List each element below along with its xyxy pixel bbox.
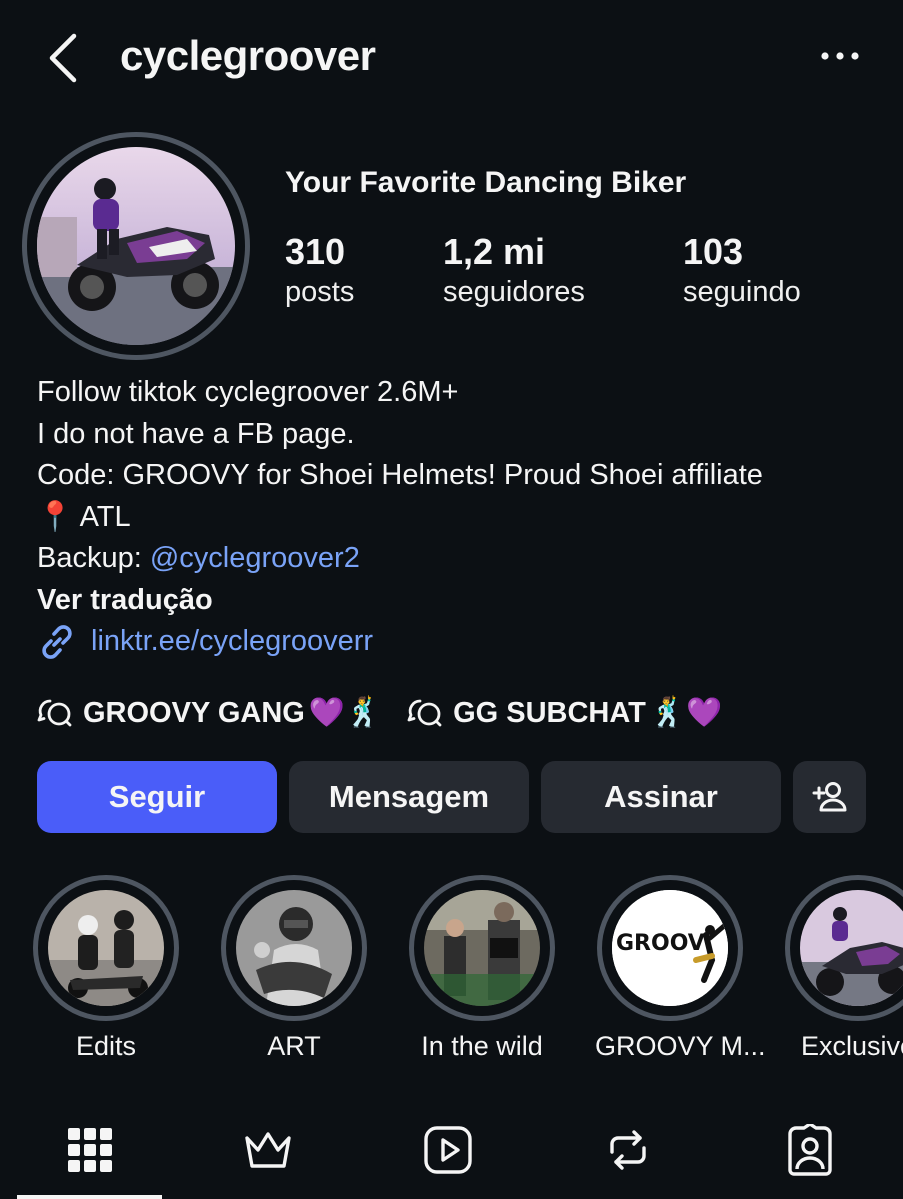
suggested-users-button[interactable] [793,761,866,833]
stat-value: 310 [285,231,346,272]
pin-emoji: 📍 [37,500,74,533]
reels-icon [424,1126,472,1174]
bio-line: Code: GROOVY for Shoei Helmets! Proud Sh… [37,459,763,491]
back-button[interactable] [44,30,84,86]
highlight-exclusive[interactable]: Exclusive [783,875,903,1062]
person-add-icon [812,782,846,812]
active-tab-indicator [17,1195,162,1199]
following-count[interactable]: 103 seguindo [683,232,801,310]
bio-link[interactable]: linktr.ee/cyclegrooverr [37,621,877,663]
profile-username: cyclegroover [120,32,376,79]
highlight-cover [236,890,352,1006]
channel-label: GG SUBCHAT [453,696,646,729]
bio-backup: Backup: @cyclegroover2 [37,538,877,580]
avatar-photo [37,147,235,345]
channel-gg-subchat[interactable]: GG SUBCHAT 🕺💜 [407,696,722,730]
stat-label: posts [285,276,355,308]
profile-avatar[interactable] [22,132,250,360]
highlight-ring: GROOV [597,875,743,1021]
highlight-cover: GROOV [612,890,728,1006]
crown-icon [245,1132,291,1168]
more-options-button[interactable] [818,44,862,68]
stat-value: 103 [683,231,744,272]
grid-icon [68,1128,112,1172]
highlight-label: In the wild [421,1031,543,1061]
highlight-in-the-wild[interactable]: In the wild [407,875,557,1062]
highlight-edits[interactable]: Edits [31,875,181,1062]
more-horizontal-icon [821,52,859,60]
highlight-label: Exclusive [800,1031,903,1061]
broadcast-channels: GROOVY GANG 💜🕺 GG SUBCHAT 🕺💜 [37,690,748,736]
tab-subscriptions[interactable] [242,1124,294,1176]
tab-posts-grid[interactable] [64,1124,116,1176]
channel-groovy-gang[interactable]: GROOVY GANG 💜🕺 [37,696,381,730]
repost-icon [610,1130,646,1170]
profile-full-name: Your Favorite Dancing Biker [285,166,687,199]
profile-bio: Follow tiktok cyclegroover 2.6M+ I do no… [37,372,877,663]
highlight-label: ART [267,1031,321,1061]
highlight-label: GROOVY M... [595,1031,766,1061]
subscribe-button[interactable]: Assinar [541,761,781,833]
chat-bubbles-icon [407,699,442,727]
channel-label: GROOVY GANG [83,696,305,729]
groovy-logo-text: GROOV [616,931,705,956]
stat-label: seguidores [443,276,585,308]
tagged-icon [788,1122,832,1176]
highlight-art[interactable]: ART [219,875,369,1062]
highlight-ring [785,875,903,1021]
tab-reels[interactable] [422,1124,474,1176]
highlight-ring [33,875,179,1021]
see-translation-button[interactable]: Ver tradução [37,580,877,622]
tab-reposts[interactable] [602,1124,654,1176]
highlight-groovy-merch[interactable]: GROOV GROOVY M... [595,875,766,1062]
chat-bubbles-icon [37,699,72,727]
tab-tagged[interactable] [784,1122,836,1176]
bio-line: I do not have a FB page. [37,417,355,450]
followers-count[interactable]: 1,2 mi seguidores [443,232,585,310]
highlight-ring [409,875,555,1021]
bio-location: 📍 ATL [37,497,877,539]
highlight-label: Edits [75,1031,137,1061]
channel-emojis: 💜🕺 [308,697,382,729]
location-text: ATL [79,500,131,533]
highlight-cover [48,890,164,1006]
link-icon [42,624,72,659]
highlight-cover [424,890,540,1006]
stat-value: 1,2 mi [443,231,546,272]
highlight-cover [800,890,903,1006]
bio-link-text[interactable]: linktr.ee/cyclegrooverr [91,621,373,663]
channel-emojis: 🕺💜 [649,697,723,729]
message-button[interactable]: Mensagem [289,761,529,833]
posts-count[interactable]: 310 posts [285,232,354,310]
bio-line: Follow tiktok cyclegroover 2.6M+ [37,376,459,408]
backup-label: Backup: [37,542,142,574]
chevron-left-icon [49,33,77,83]
highlight-ring [221,875,367,1021]
backup-handle-link[interactable]: @cyclegroover2 [150,542,360,574]
stat-label: seguindo [683,276,801,308]
follow-button[interactable]: Seguir [37,761,277,833]
